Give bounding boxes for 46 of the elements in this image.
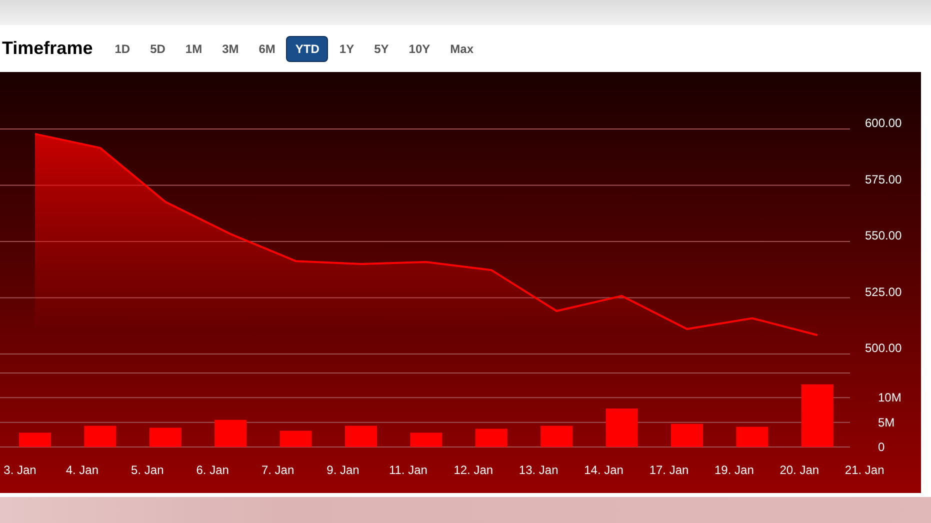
date-label: 7. Jan: [261, 463, 294, 477]
date-label: 4. Jan: [66, 463, 99, 477]
volume-bar: [736, 426, 768, 447]
volume-bar: [345, 426, 377, 447]
volume-bar: [540, 426, 573, 447]
range-tab[interactable]: 3M: [214, 36, 247, 60]
date-label: 17. Jan: [649, 463, 689, 477]
date-label: 12. Jan: [454, 463, 494, 477]
range-tab[interactable]: 1M: [177, 36, 210, 60]
range-tab[interactable]: 1D: [106, 36, 138, 60]
axis-label: 600.00: [865, 116, 902, 130]
volume-bar: [214, 420, 247, 447]
date-label: 9. Jan: [326, 463, 360, 477]
date-label: 14. Jan: [584, 463, 624, 477]
range-tab[interactable]: 5D: [142, 36, 174, 60]
volume-bar: [410, 432, 442, 447]
volume-bar: [606, 408, 638, 447]
range-tab[interactable]: Max: [442, 36, 482, 60]
volume-bar: [84, 426, 116, 447]
date-label: 3. Jan: [4, 463, 36, 477]
range-tab[interactable]: 1Y: [331, 36, 362, 60]
timeframe-title: Timeframe: [2, 37, 93, 60]
axis-label: 10M: [878, 390, 902, 405]
volume-bar: [801, 384, 834, 447]
range-tab[interactable]: YTD: [287, 36, 328, 60]
range-tab[interactable]: 5Y: [366, 36, 397, 60]
date-label: 21. Jan: [844, 463, 884, 477]
axis-label: 0: [878, 440, 885, 454]
volume-bar: [149, 428, 182, 447]
volume-bar: [671, 424, 703, 447]
axis-label: 5M: [878, 415, 895, 430]
date-label: 19. Jan: [714, 463, 754, 477]
axis-label: 575.00: [865, 172, 902, 186]
date-label: 11. Jan: [388, 463, 428, 477]
axis-label: 500.00: [865, 341, 902, 355]
axis-label: 550.00: [865, 228, 902, 242]
volume-bar: [19, 432, 51, 447]
date-label: 6. Jan: [196, 463, 229, 477]
date-label: 5. Jan: [131, 463, 164, 477]
axis-label: 525.00: [865, 284, 902, 299]
range-tab[interactable]: 6M: [250, 36, 284, 60]
volume-bar: [475, 428, 508, 447]
date-label: 20. Jan: [780, 463, 820, 477]
range-tab[interactable]: 10Y: [400, 36, 438, 60]
volume-bar: [280, 430, 312, 447]
date-label: 13. Jan: [518, 463, 558, 477]
